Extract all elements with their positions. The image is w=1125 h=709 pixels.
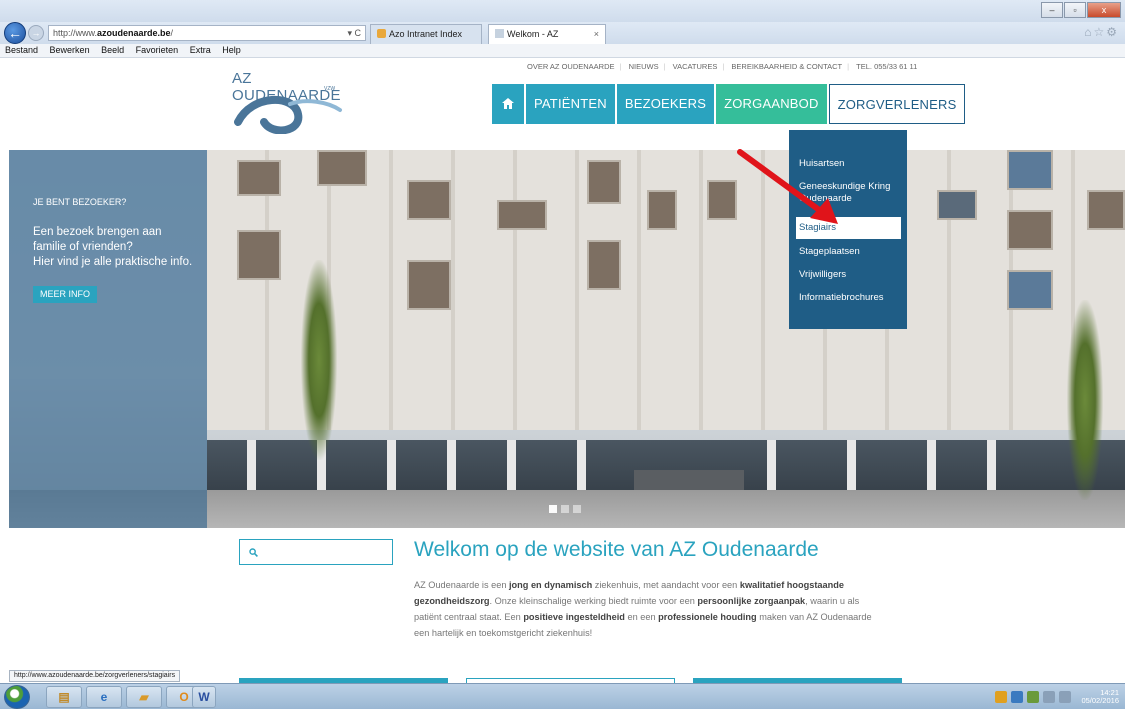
url-suffix: / <box>170 28 174 38</box>
search-box[interactable] <box>239 539 393 565</box>
search-input[interactable] <box>262 542 388 562</box>
intro-text: . Onze kleinschalige werking biedt ruimt… <box>489 596 698 606</box>
top-link-vacatures[interactable]: VACATURES <box>668 62 723 71</box>
nav-bezoekers[interactable]: BEZOEKERS <box>616 84 715 124</box>
windows-taskbar: ▤ e ▰ O W 14:21 05/02/2016 <box>0 683 1125 709</box>
dropdown-item-stageplaatsen[interactable]: Stageplaatsen <box>789 246 907 258</box>
tree-left <box>301 260 337 460</box>
nav-home[interactable] <box>492 84 524 124</box>
window-titlebar: – ▫ x <box>0 0 1125 22</box>
tab-close-icon[interactable]: × <box>594 25 599 43</box>
start-button[interactable] <box>4 685 30 709</box>
folder-icon[interactable]: ▰ <box>126 686 162 708</box>
menu-help[interactable]: Help <box>217 44 245 55</box>
intro-bold: jong en dynamisch <box>509 580 593 590</box>
tree-right <box>1067 300 1103 500</box>
dropdown-item-informatiebrochures[interactable]: Informatiebrochures <box>789 292 907 304</box>
close-button[interactable]: x <box>1087 2 1121 18</box>
hero-banner: JE BENT BEZOEKER? Een bezoek brengen aan… <box>9 150 1125 528</box>
url-prefix: http://www. <box>53 28 98 38</box>
restore-button[interactable]: ▫ <box>1064 2 1086 18</box>
intro-text: ziekenhuis, met aandacht voor een <box>592 580 740 590</box>
url-domain: azoudenaarde.be <box>97 28 171 38</box>
slider-dot[interactable] <box>573 505 581 513</box>
tray-icon[interactable] <box>1011 691 1024 703</box>
hero-building-image <box>207 150 1125 430</box>
window-controls: – ▫ x <box>1041 2 1121 18</box>
menu-beeld[interactable]: Beeld <box>96 44 128 55</box>
logo-swoosh-icon <box>234 96 342 134</box>
word-icon[interactable]: W <box>192 686 216 708</box>
divider: | <box>663 62 666 71</box>
page-favicon-icon <box>495 29 504 38</box>
intro-bold: positieve ingesteldheid <box>523 612 625 622</box>
forward-button[interactable]: → <box>28 25 44 41</box>
clock-date: 05/02/2016 <box>1081 696 1119 705</box>
home-icon <box>502 98 514 109</box>
intro-text: AZ Oudenaarde is een <box>414 580 509 590</box>
explorer-icon[interactable]: ▤ <box>46 686 82 708</box>
tray-icon[interactable] <box>1027 691 1040 703</box>
hero-kicker: JE BENT BEZOEKER? <box>33 197 127 207</box>
divider: | <box>619 62 622 71</box>
intro-text: en een <box>624 612 659 622</box>
hero-text-line: familie of vrienden? <box>33 241 133 253</box>
dropdown-item-vrijwilligers[interactable]: Vrijwilligers <box>789 269 907 281</box>
hero-text-line: Een bezoek brengen aan <box>33 226 162 238</box>
divider: | <box>722 62 725 71</box>
back-button[interactable]: ← <box>4 22 26 44</box>
system-tray: 14:21 05/02/2016 <box>995 689 1119 705</box>
tab-label: Azo Intranet Index <box>389 29 463 39</box>
tab-intranet[interactable]: Azo Intranet Index <box>370 24 482 44</box>
intro-bold: persoonlijke zorgaanpak <box>697 596 806 606</box>
site-logo[interactable]: AZ OUDENAARDE VZW <box>232 70 350 136</box>
network-icon[interactable] <box>1043 691 1056 703</box>
nav-zorgaanbod[interactable]: ZORGAANBOD <box>716 84 827 124</box>
hero-text-line: Hier vind je alle praktische info. <box>33 256 193 268</box>
nav-patienten[interactable]: PATIËNTEN <box>526 84 615 124</box>
volume-icon[interactable] <box>1059 691 1072 703</box>
tray-icon[interactable] <box>995 691 1008 703</box>
top-link-nieuws[interactable]: NIEUWS <box>624 62 664 71</box>
intro-paragraph: AZ Oudenaarde is een jong en dynamisch z… <box>414 577 889 641</box>
menu-bar: Bestand Bewerken Beeld Favorieten Extra … <box>0 44 1125 58</box>
menu-bestand[interactable]: Bestand <box>0 44 42 55</box>
search-icon <box>249 548 258 557</box>
browser-navbar: ← → http://www.azoudenaarde.be/ ▾ C Azo … <box>0 22 1125 57</box>
annotation-arrow-icon <box>737 149 838 224</box>
hero-overlay-panel: JE BENT BEZOEKER? Een bezoek brengen aan… <box>9 150 207 528</box>
menu-favorieten[interactable]: Favorieten <box>131 44 183 55</box>
top-links: OVER AZ OUDENAARDE | NIEUWS | VACATURES | B… <box>522 62 922 71</box>
intro-bold: professionele houding <box>658 612 757 622</box>
slider-dot[interactable] <box>549 505 557 513</box>
intranet-favicon-icon <box>377 29 386 38</box>
address-controls[interactable]: ▾ C <box>347 26 361 40</box>
welcome-title: Welkom op de website van AZ Oudenaarde <box>414 538 819 561</box>
top-link-over[interactable]: OVER AZ OUDENAARDE <box>522 62 620 71</box>
menu-bewerken[interactable]: Bewerken <box>45 44 94 55</box>
top-link-telefoon[interactable]: TEL. 055/33 61 11 <box>851 62 922 71</box>
clock[interactable]: 14:21 05/02/2016 <box>1081 689 1119 705</box>
tab-welkom[interactable]: Welkom - AZ Oudenaarde × <box>488 24 606 57</box>
internet-explorer-icon[interactable]: e <box>86 686 122 708</box>
hero-text: Een bezoek brengen aan familie of vriend… <box>33 225 207 270</box>
browser-toolbar-icons[interactable]: ⌂☆⚙ <box>1084 25 1119 39</box>
address-bar[interactable]: http://www.azoudenaarde.be/ ▾ C <box>48 25 366 41</box>
slider-dot[interactable] <box>561 505 569 513</box>
nav-zorgverleners[interactable]: ZORGVERLENERS <box>828 84 966 124</box>
main-nav: PATIËNTEN BEZOEKERS ZORGAANBOD ZORGVERLE… <box>492 84 966 124</box>
status-bar-url: http://www.azoudenaarde.be/zorgverleners… <box>9 670 181 682</box>
minimize-button[interactable]: – <box>1041 2 1063 18</box>
slider-dots <box>549 505 581 513</box>
meer-info-button[interactable]: MEER INFO <box>33 286 98 303</box>
menu-extra[interactable]: Extra <box>185 44 215 55</box>
divider: | <box>847 62 850 71</box>
top-link-bereikbaarheid[interactable]: BEREIKBAARHEID & CONTACT <box>726 62 847 71</box>
